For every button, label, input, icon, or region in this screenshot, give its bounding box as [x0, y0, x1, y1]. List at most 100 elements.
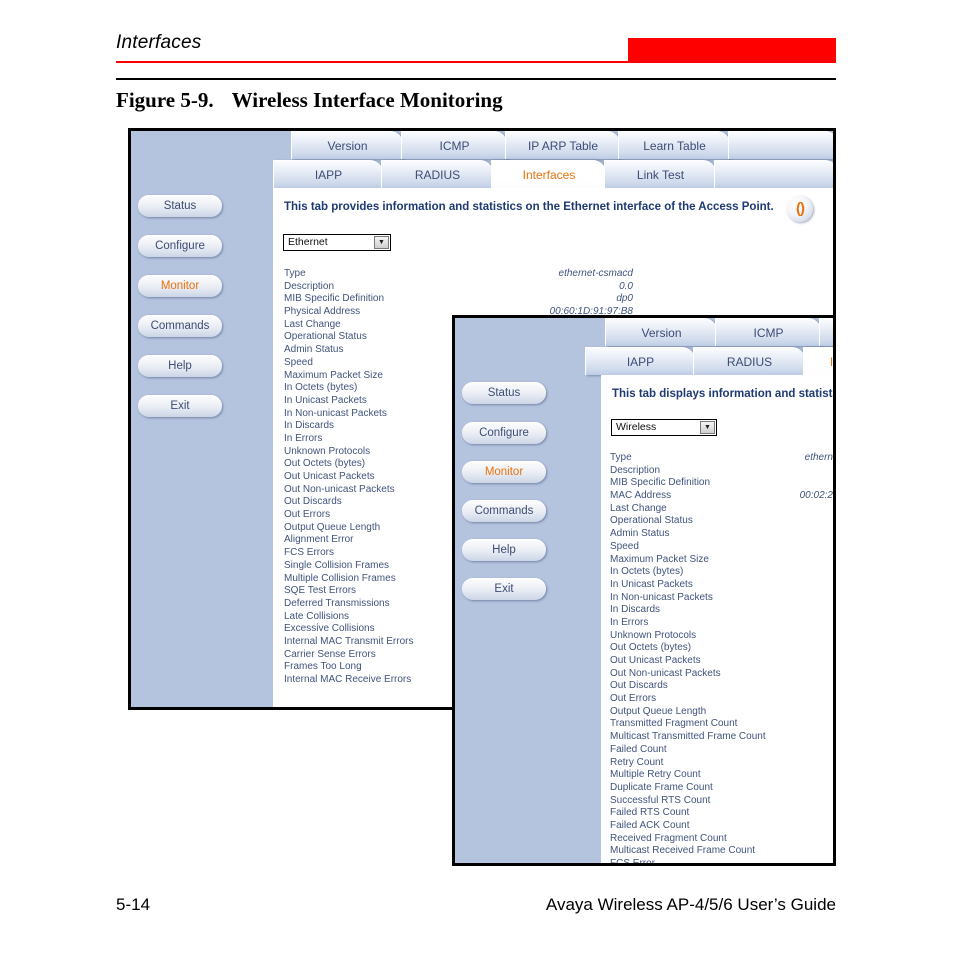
stat-label: Carrier Sense Errors — [284, 648, 376, 660]
stat-label: In Octets (bytes) — [610, 566, 684, 578]
stat-label: Unknown Protocols — [610, 629, 697, 641]
tab-version[interactable]: Version — [605, 318, 717, 346]
stat-label: Excessive Collisions — [284, 623, 375, 635]
tab-iapp[interactable]: IAPP — [585, 347, 695, 375]
stat-value: ethern — [804, 452, 833, 463]
chevron-down-icon[interactable]: ▼ — [700, 421, 715, 434]
stat-label: Out Unicast Packets — [610, 655, 701, 666]
stat-label: Operational Status — [610, 515, 693, 527]
stat-label: Multiple Retry Count — [610, 769, 701, 781]
sidebar-item-exit[interactable]: Exit — [138, 395, 222, 417]
interface-select-value: Ethernet — [288, 236, 328, 248]
stat-label: FCS Error — [610, 858, 766, 863]
interface-select[interactable]: Ethernet ▼ — [283, 234, 391, 251]
stat-label: Internal MAC Receive Errors — [284, 674, 412, 685]
tab-radius[interactable]: RADIUS — [693, 347, 805, 375]
interface-select-value: Wireless — [616, 421, 657, 433]
stat-label: Single Collision Frames — [284, 559, 390, 571]
stat-label: In Non-unicast Packets — [610, 591, 713, 603]
stat-label: Output Queue Length — [610, 705, 707, 717]
stat-label: SQE Test Errors — [284, 585, 357, 597]
stat-label: Deferred Transmissions — [284, 597, 390, 609]
stat-label: Out Discards — [284, 496, 342, 508]
wireless-stat-label-list: Type Description MIB Specific Definition MA… — [610, 452, 766, 863]
stat-label: In Discards — [610, 604, 661, 616]
sidebar-item-monitor[interactable]: Monitor — [462, 461, 546, 483]
stat-label: Operational Status — [284, 331, 367, 343]
tab-interfaces[interactable]: I — [803, 347, 833, 375]
stat-value — [741, 465, 833, 478]
wireless-stat-value-list: ethern 00:02:2 — [741, 452, 833, 503]
stat-label: Received Fragment Count — [610, 832, 727, 844]
ethernet-stat-value-list: ethernet-csmacd 0.0 dp0 00:60:1D:91:97:B8 — [503, 268, 633, 319]
tab-radius[interactable]: RADIUS — [381, 160, 493, 188]
stat-value: ethernet-csmacd — [558, 268, 633, 279]
stat-label: Unknown Protocols — [284, 445, 371, 457]
stat-label: Admin Status — [284, 344, 344, 356]
window-body: Version ICMP IAPP RADIUS I Status Config… — [455, 318, 833, 863]
chevron-down-icon[interactable]: ▼ — [374, 236, 389, 249]
stat-label: In Unicast Packets — [610, 578, 693, 590]
sidebar-item-monitor[interactable]: Monitor — [138, 275, 222, 297]
tab-icmp[interactable]: ICMP — [401, 131, 507, 159]
running-head: Interfaces — [116, 32, 202, 53]
stat-label: Late Collisions — [284, 610, 350, 622]
stat-label: Failed ACK Count — [610, 819, 690, 831]
interface-select[interactable]: Wireless ▼ — [611, 419, 717, 436]
sidebar-item-help[interactable]: Help — [138, 355, 222, 377]
refresh-icon[interactable]: () — [787, 196, 813, 222]
wireless-interface-window: Version ICMP IAPP RADIUS I Status Config… — [452, 315, 836, 866]
sidebar-item-status[interactable]: Status — [138, 195, 222, 217]
tab-learn-table[interactable]: Learn Table — [618, 131, 730, 159]
stat-label: Failed Count — [610, 743, 667, 755]
tab-icmp[interactable]: ICMP — [715, 318, 821, 346]
tab-strip-row-1: Version ICMP — [455, 318, 833, 346]
sidebar-item-exit[interactable]: Exit — [462, 578, 546, 600]
stat-label: Internal MAC Transmit Errors — [284, 635, 414, 647]
guide-title: Avaya Wireless AP-4/5/6 User’s Guide — [545, 895, 836, 914]
stat-value: 0.0 — [619, 280, 633, 292]
tab-strip-row-2: IAPP RADIUS I — [455, 347, 833, 375]
stat-label: In Octets (bytes) — [284, 382, 358, 394]
page-header: Interfaces — [116, 30, 836, 70]
tab-iapp[interactable]: IAPP — [273, 160, 383, 188]
stat-label: Speed — [284, 356, 313, 368]
tab-interfaces[interactable]: Interfaces — [491, 160, 606, 188]
stat-label: Duplicate Frame Count — [610, 781, 713, 793]
stat-label: Multicast Transmitted Frame Count — [610, 731, 766, 743]
figure-caption: Figure 5-9. Wireless Interface Monitoring — [116, 88, 503, 113]
sidebar-item-configure[interactable]: Configure — [138, 235, 222, 257]
stat-value — [741, 477, 833, 490]
figure-number: Figure 5-9. — [116, 88, 214, 112]
panel-intro-text: This tab provides information and statis… — [284, 201, 774, 213]
stat-label: Alignment Error — [284, 534, 354, 546]
tab-version[interactable]: Version — [291, 131, 403, 159]
stat-value: 00:02:2 — [799, 490, 833, 502]
stat-value: dp0 — [616, 293, 633, 305]
stat-label: Speed — [610, 540, 639, 552]
tab-strip-row-2: IAPP RADIUS Interfaces Link Test — [131, 160, 833, 188]
stat-label: Type — [284, 268, 306, 279]
tab-ip-arp-table[interactable]: IP ARP Table — [505, 131, 620, 159]
stat-label: Out Octets (bytes) — [610, 642, 692, 654]
stat-label: Out Discards — [610, 680, 668, 692]
tab-link-test[interactable]: Link Test — [604, 160, 716, 188]
stat-label: In Discards — [284, 420, 335, 432]
stat-label: Multicast Received Frame Count — [610, 845, 756, 857]
stat-label: Last Change — [610, 502, 667, 514]
stat-label: Out Errors — [284, 509, 331, 521]
ethernet-stat-label-list: Type Description MIB Specific Definition Ph… — [284, 268, 413, 687]
stat-label: FCS Errors — [284, 547, 334, 559]
stat-label: Failed RTS Count — [610, 807, 690, 819]
page-number: 5-14 — [116, 895, 151, 914]
sidebar-item-help[interactable]: Help — [462, 539, 546, 561]
sidebar-item-commands[interactable]: Commands — [138, 315, 222, 337]
stat-label: Out Unicast Packets — [284, 471, 375, 482]
figure-title: Wireless Interface Monitoring — [231, 88, 503, 112]
sidebar-item-status[interactable]: Status — [462, 382, 546, 404]
tab-row1-filler — [728, 131, 833, 159]
stat-label: Out Non-unicast Packets — [610, 667, 721, 679]
sidebar-item-configure[interactable]: Configure — [462, 422, 546, 444]
page-footer: 5-14 Avaya Wireless AP-4/5/6 User’s Guid… — [116, 895, 836, 919]
sidebar-item-commands[interactable]: Commands — [462, 500, 546, 522]
